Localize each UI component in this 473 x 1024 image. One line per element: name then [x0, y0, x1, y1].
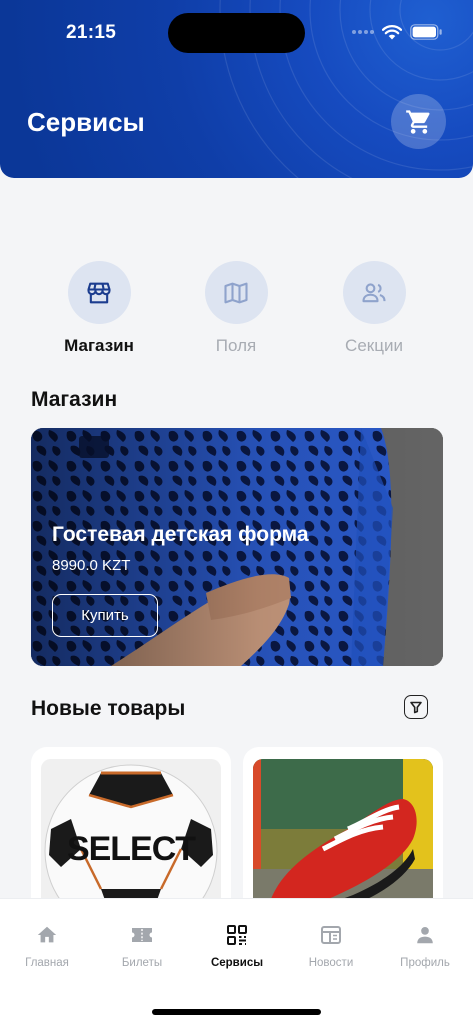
tab-profile-label: Профиль — [400, 957, 450, 969]
category-sections[interactable]: Секции — [314, 261, 434, 356]
tab-home[interactable]: Главная — [2, 923, 92, 969]
category-shop-circle — [67, 261, 131, 324]
product-image-boots — [253, 759, 433, 917]
category-fields-label: Поля — [215, 336, 257, 355]
shop-banner[interactable]: Гостевая детская форма 8990.0 KZT Купить — [31, 428, 443, 666]
status-icons — [352, 23, 443, 41]
cart-button[interactable] — [391, 94, 446, 149]
home-icon — [37, 926, 57, 943]
home-indicator — [152, 1009, 321, 1015]
category-sections-circle — [342, 261, 406, 324]
battery-icon — [410, 24, 442, 40]
grid-icon — [227, 925, 247, 945]
buy-button[interactable]: Купить — [52, 594, 158, 637]
cellular-signal-icon — [352, 30, 374, 34]
category-shop-label: Магазин — [64, 336, 134, 355]
people-icon — [362, 282, 386, 302]
tab-profile[interactable]: Профиль — [380, 923, 470, 969]
map-icon — [224, 282, 248, 303]
red-football-boot-image — [253, 759, 433, 917]
tab-bar: Главная Билеты Сервисы Новости Профиль — [0, 898, 473, 1024]
wifi-icon — [382, 24, 402, 39]
tab-services-label: Сервисы — [210, 957, 264, 969]
banner-title: Гостевая детская форма — [52, 523, 309, 546]
cart-icon — [405, 109, 430, 134]
banner-price: 8990.0 KZT — [52, 557, 131, 574]
tab-tickets-label: Билеты — [121, 957, 163, 969]
product-image-ball: SELECT — [41, 759, 221, 917]
page-title: Сервисы — [27, 107, 145, 137]
storefront-icon — [87, 282, 111, 303]
new-products-title: Новые товары — [31, 697, 186, 720]
ball-brand-text: SELECT — [67, 830, 196, 868]
dynamic-island — [168, 13, 305, 53]
filter-icon — [410, 701, 422, 714]
tab-news[interactable]: Новости — [286, 923, 376, 969]
category-sections-label: Секции — [345, 336, 403, 355]
tab-news-label: Новости — [308, 957, 354, 969]
status-time: 21:15 — [66, 22, 117, 43]
filter-button[interactable] — [404, 695, 428, 719]
news-icon — [321, 926, 341, 944]
tab-services[interactable]: Сервисы — [192, 923, 282, 969]
banner-text: Гостевая детская форма 8990.0 KZT — [52, 523, 309, 574]
product-card-boots[interactable] — [243, 747, 443, 917]
profile-icon — [417, 927, 433, 944]
shop-section-title: Магазин — [31, 388, 118, 411]
product-card-ball[interactable]: SELECT — [31, 747, 231, 917]
category-fields-circle — [204, 261, 268, 324]
tab-tickets[interactable]: Билеты — [97, 923, 187, 969]
category-shop[interactable]: Магазин — [39, 261, 159, 356]
category-fields[interactable]: Поля — [176, 261, 296, 356]
soccer-ball-image: SELECT — [41, 759, 221, 917]
tab-home-label: Главная — [25, 957, 69, 969]
header: 21:15 Сервисы — [0, 0, 473, 178]
ticket-icon — [132, 928, 152, 942]
